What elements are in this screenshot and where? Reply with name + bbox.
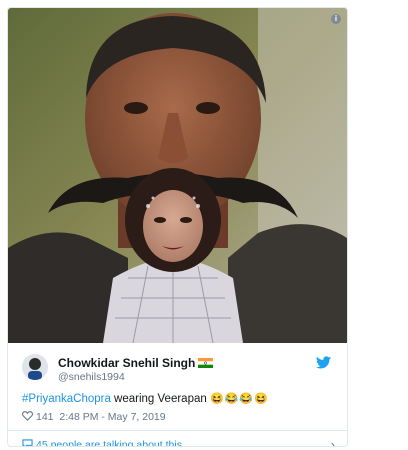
- divider: [8, 430, 347, 431]
- tweet-timestamp[interactable]: 2:48 PM - May 7, 2019: [59, 411, 165, 423]
- like-count[interactable]: 141: [36, 411, 54, 423]
- conversation-link[interactable]: 45 people are talking about this: [22, 439, 182, 446]
- india-flag-icon: [198, 358, 214, 368]
- heart-icon[interactable]: [22, 411, 33, 421]
- conversation-text[interactable]: 45 people are talking about this: [36, 439, 182, 446]
- hashtag-link[interactable]: #PriyankaChopra: [22, 393, 111, 405]
- meme-image: [8, 8, 347, 343]
- tweet-body: wearing Veerapan: [110, 393, 210, 405]
- author-handle[interactable]: @snehils1994: [58, 371, 125, 383]
- tweet-meta: 141 2:48 PM - May 7, 2019: [22, 411, 166, 423]
- avatar[interactable]: [22, 354, 48, 380]
- speech-bubble-icon: [22, 439, 33, 446]
- tweet-card[interactable]: i Chowkidar Snehil Singh @snehils1994 #P…: [7, 7, 348, 447]
- author-name-line[interactable]: Chowkidar Snehil Singh: [58, 356, 214, 370]
- info-icon[interactable]: i: [331, 14, 341, 24]
- tweet-text: #PriyankaChopra wearing Veerapan 😆😂😂😆: [22, 392, 269, 405]
- twitter-bird-icon[interactable]: [316, 356, 331, 369]
- author-name[interactable]: Chowkidar Snehil Singh: [58, 356, 195, 370]
- tweet-photo[interactable]: i: [8, 8, 347, 343]
- emoji-sequence: 😆😂😂😆: [209, 393, 269, 405]
- tweet-author: Chowkidar Snehil Singh @snehils1994: [22, 354, 337, 384]
- chevron-right-icon[interactable]: ›: [331, 437, 335, 446]
